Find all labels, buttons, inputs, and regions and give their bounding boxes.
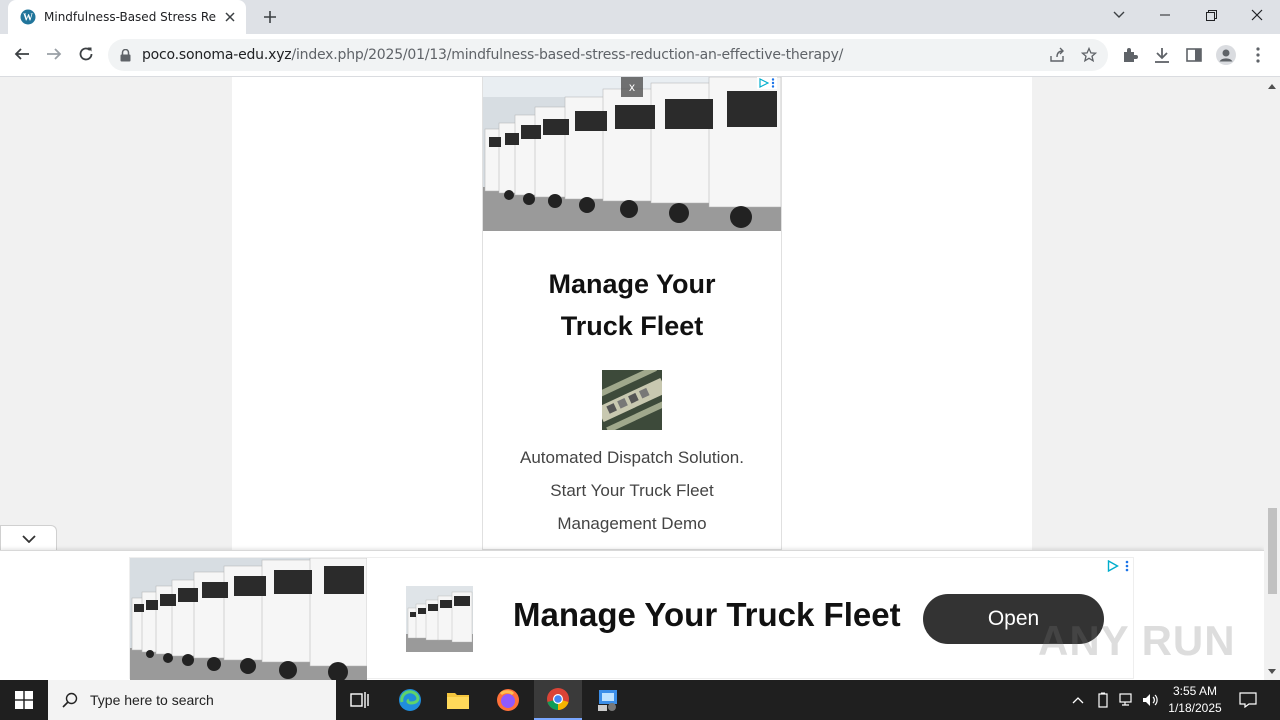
adchoices-icon[interactable] bbox=[1107, 560, 1129, 572]
clock-time: 3:55 AM bbox=[1172, 684, 1218, 698]
anchor-ad-content[interactable]: Manage Your Truck Fleet Open bbox=[129, 557, 1134, 680]
anyrun-watermark: ANY RUN bbox=[1038, 617, 1236, 664]
control-panel-app[interactable] bbox=[584, 680, 632, 720]
restore-button[interactable] bbox=[1188, 0, 1234, 30]
profile-avatar-icon[interactable] bbox=[1216, 45, 1236, 65]
back-button[interactable] bbox=[8, 40, 36, 68]
side-panel-icon[interactable] bbox=[1184, 45, 1204, 65]
ad-desc-line3: Management Demo bbox=[557, 514, 707, 533]
page-viewport: x Manage Your Truck Fleet Automated Disp… bbox=[0, 77, 1264, 680]
edge-icon bbox=[399, 689, 421, 711]
new-tab-button[interactable] bbox=[258, 5, 282, 29]
browser-toolbar: poco.sonoma-edu.xyz/index.php/2025/01/13… bbox=[0, 34, 1280, 77]
clock-date: 1/18/2025 bbox=[1168, 701, 1222, 715]
svg-text:W: W bbox=[23, 13, 33, 24]
minimize-button[interactable] bbox=[1142, 0, 1188, 30]
ad-desc-line1: Automated Dispatch Solution. bbox=[520, 448, 744, 467]
truck-fleet-photo[interactable]: x bbox=[483, 77, 781, 231]
search-icon bbox=[62, 692, 78, 708]
ad-card[interactable]: x Manage Your Truck Fleet Automated Disp… bbox=[482, 77, 782, 550]
anchor-ad-logo[interactable] bbox=[406, 586, 473, 652]
firefox-app[interactable] bbox=[484, 680, 532, 720]
tab-active[interactable]: W Mindfulness-Based Stress Reduc bbox=[8, 0, 246, 34]
chevron-down-icon bbox=[21, 534, 36, 543]
taskbar-search[interactable]: Type here to search bbox=[48, 680, 336, 720]
tab-strip: W Mindfulness-Based Stress Reduc bbox=[0, 0, 1280, 34]
vertical-scrollbar[interactable] bbox=[1264, 77, 1280, 680]
anchor-truck-photo[interactable] bbox=[130, 558, 367, 680]
network-tray-icon[interactable] bbox=[1117, 690, 1137, 710]
wordpress-icon: W bbox=[20, 9, 36, 25]
menu-kebab-icon[interactable] bbox=[1248, 45, 1268, 65]
folder-icon bbox=[447, 693, 469, 709]
ad-headline-line2: Truck Fleet bbox=[560, 311, 704, 341]
scrollbar-thumb[interactable] bbox=[1268, 508, 1277, 594]
url-host: poco.sonoma-edu.xyz bbox=[142, 47, 292, 63]
url-text: poco.sonoma-edu.xyz/index.php/2025/01/13… bbox=[142, 47, 843, 63]
volume-tray-icon[interactable] bbox=[1141, 690, 1161, 710]
edge-app[interactable] bbox=[386, 680, 434, 720]
ad-headline[interactable]: Manage Your Truck Fleet bbox=[483, 263, 781, 347]
tray-chevron-up-icon[interactable] bbox=[1068, 690, 1088, 710]
adchoices-icon[interactable] bbox=[757, 77, 777, 89]
control-panel-icon bbox=[598, 690, 617, 711]
windows-logo-icon bbox=[15, 691, 33, 709]
firefox-icon bbox=[497, 689, 519, 711]
tab-search-icon[interactable] bbox=[1096, 0, 1142, 30]
task-view-icon bbox=[350, 692, 369, 708]
bookmark-star-icon[interactable] bbox=[1080, 46, 1098, 64]
ad-description[interactable]: Automated Dispatch Solution. Start Your … bbox=[483, 441, 781, 540]
extensions-icon[interactable] bbox=[1120, 45, 1140, 65]
task-view-button[interactable] bbox=[336, 680, 384, 720]
reload-button[interactable] bbox=[72, 40, 100, 68]
ad-headline-line1: Manage Your bbox=[548, 269, 716, 299]
search-placeholder: Type here to search bbox=[90, 692, 214, 708]
chrome-icon bbox=[547, 688, 569, 710]
anchor-collapse-button[interactable] bbox=[0, 525, 57, 551]
lock-icon[interactable] bbox=[120, 48, 132, 62]
chrome-app[interactable] bbox=[534, 680, 582, 720]
scroll-down-arrow-icon[interactable] bbox=[1267, 666, 1277, 676]
anchor-ad-headline[interactable]: Manage Your Truck Fleet bbox=[513, 596, 901, 634]
share-icon[interactable] bbox=[1048, 46, 1066, 64]
download-icon[interactable] bbox=[1152, 45, 1172, 65]
close-window-button[interactable] bbox=[1234, 0, 1280, 30]
tab-title: Mindfulness-Based Stress Reduc bbox=[44, 10, 216, 24]
address-bar[interactable]: poco.sonoma-edu.xyz/index.php/2025/01/13… bbox=[108, 39, 1108, 71]
ad-close-button[interactable]: x bbox=[621, 77, 643, 97]
notification-center-icon[interactable] bbox=[1238, 690, 1258, 710]
ad-desc-line2: Start Your Truck Fleet bbox=[550, 481, 714, 500]
file-explorer-app[interactable] bbox=[434, 680, 482, 720]
windows-taskbar: Type here to search 3:55 AM 1/18/2025 bbox=[0, 680, 1280, 720]
tab-close-icon[interactable] bbox=[222, 9, 238, 25]
system-clock[interactable]: 3:55 AM 1/18/2025 bbox=[1166, 683, 1224, 717]
ad-thumbnail[interactable] bbox=[602, 370, 662, 430]
forward-button[interactable] bbox=[40, 40, 68, 68]
battery-tray-icon[interactable] bbox=[1093, 690, 1113, 710]
scroll-up-arrow-icon[interactable] bbox=[1267, 81, 1277, 91]
start-button[interactable] bbox=[0, 680, 48, 720]
url-path: /index.php/2025/01/13/mindfulness-based-… bbox=[291, 47, 844, 63]
